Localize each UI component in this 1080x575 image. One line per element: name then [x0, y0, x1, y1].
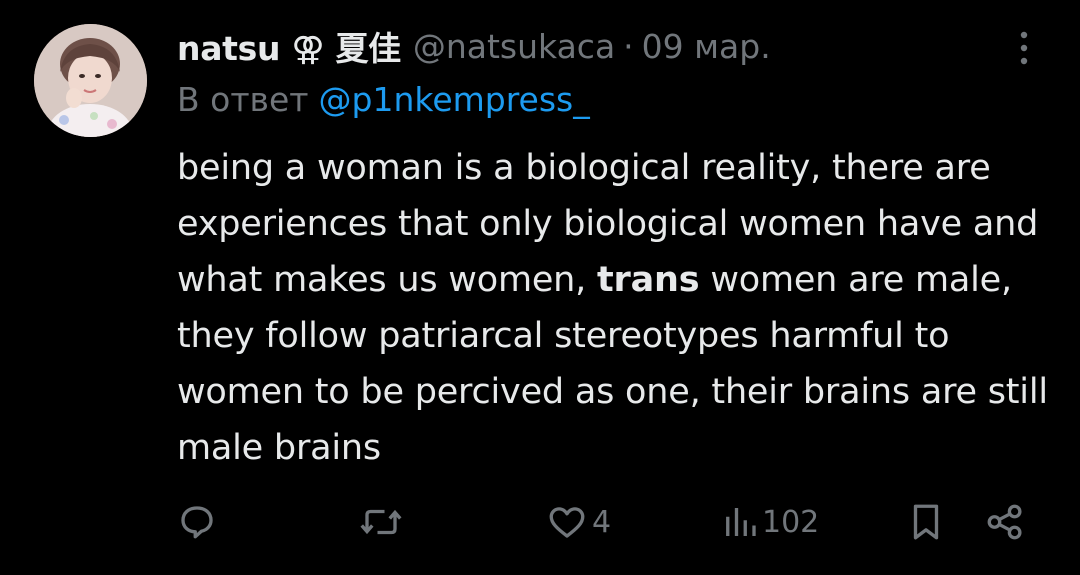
reply-button[interactable] [176, 494, 218, 550]
likes-count: 4 [592, 504, 612, 540]
author-handle[interactable]: @natsukaca [413, 27, 615, 66]
share-icon [984, 501, 1026, 543]
reply-context: В ответ @p1nkempress_ [177, 80, 590, 119]
more-options-icon[interactable] [1018, 30, 1030, 66]
retweet-button[interactable] [358, 494, 404, 550]
author-name-text: natsu [177, 29, 281, 68]
action-bar: 4 102 [0, 494, 1080, 550]
views-bar-icon [722, 501, 758, 543]
reply-target-link[interactable]: @p1nkempress_ [319, 80, 590, 119]
tweet-text-bold: trans [597, 260, 700, 300]
views-button[interactable]: 102 [722, 494, 819, 550]
reply-bubble-icon [176, 501, 218, 543]
bookmark-button[interactable] [906, 494, 946, 550]
avatar[interactable] [34, 24, 147, 137]
tweet-text: being a woman is a biological reality, t… [177, 140, 1057, 476]
header-separator: · [623, 26, 634, 66]
views-count: 102 [762, 504, 820, 540]
tweet-date[interactable]: 09 мар. [642, 27, 771, 66]
like-button[interactable]: 4 [546, 494, 611, 550]
heart-icon [546, 501, 588, 543]
bookmark-icon [906, 501, 946, 543]
share-button[interactable] [984, 494, 1026, 550]
author-symbol: ⚢ [291, 29, 325, 68]
tweet-header: natsu ⚢ 夏佳 @natsukaca · 09 мар. [177, 22, 1080, 70]
author-name-suffix: 夏佳 [335, 29, 401, 68]
author-name[interactable]: natsu ⚢ 夏佳 [177, 22, 401, 70]
reply-prefix: В ответ [177, 80, 309, 119]
retweet-icon [358, 501, 404, 543]
